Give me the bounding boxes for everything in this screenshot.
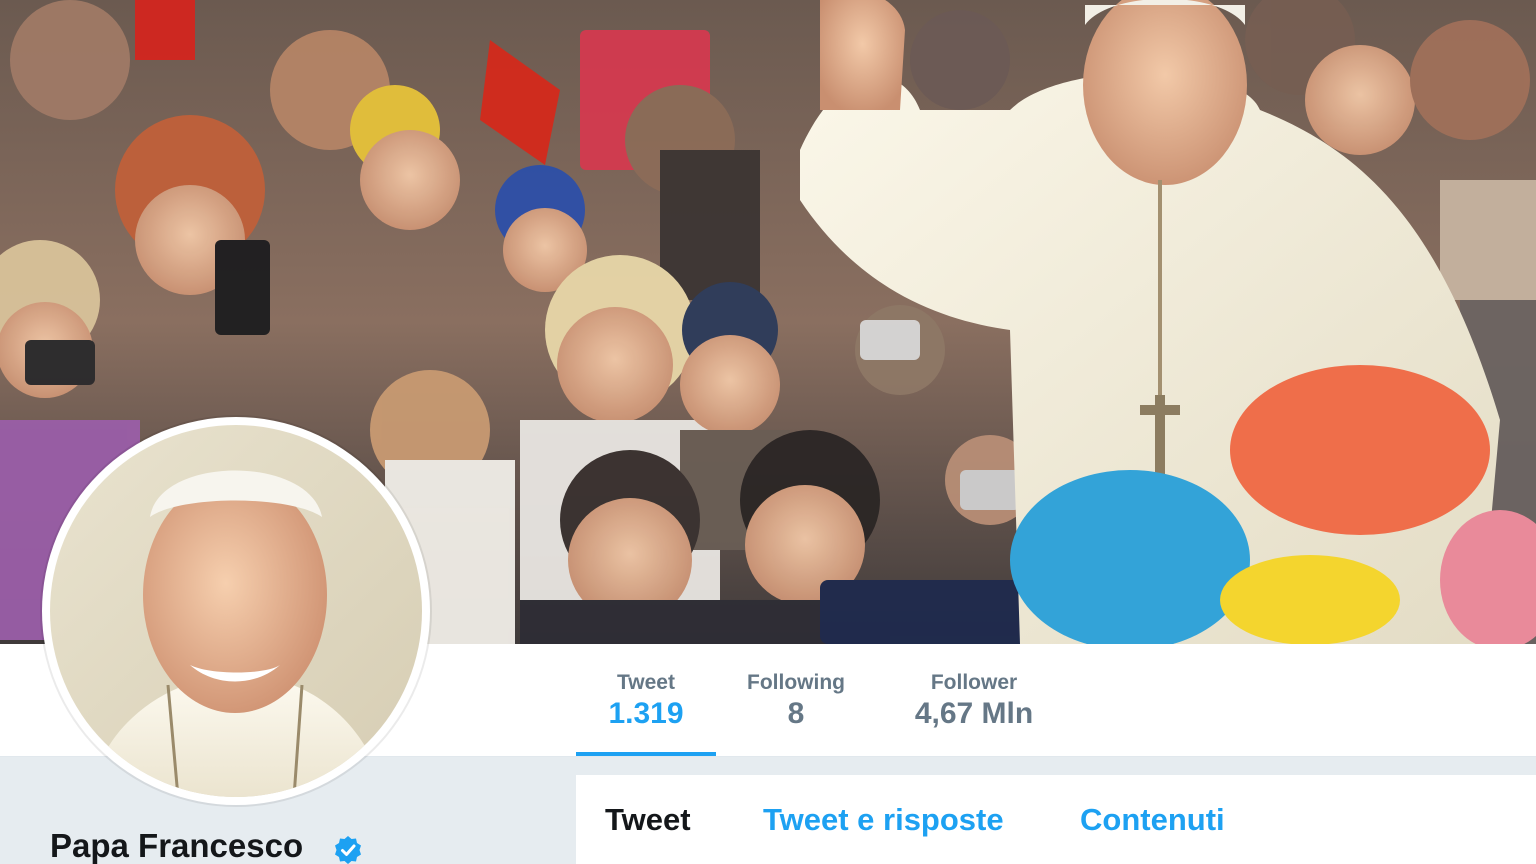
tab-tweet[interactable]: Tweet: [605, 801, 691, 839]
stat-following-label: Following: [747, 671, 845, 694]
stat-following-value: 8: [787, 697, 805, 730]
profile-name: Papa Francesco: [50, 827, 304, 864]
timeline-gap: [576, 757, 1536, 775]
timeline-tabs: Tweet Tweet e risposte Contenuti: [576, 775, 1536, 864]
stat-tweets[interactable]: Tweet 1.319: [576, 670, 716, 732]
active-stat-indicator: [576, 752, 716, 756]
stat-tweets-value: 1.319: [608, 697, 684, 730]
stat-followers-label: Follower: [930, 671, 1018, 694]
profile-page: Tweet 1.319 Following 8 Follower 4,67 Ml…: [0, 0, 1536, 864]
tab-tweet-e-risposte[interactable]: Tweet e risposte: [763, 801, 1004, 839]
avatar[interactable]: [42, 417, 430, 805]
stat-following[interactable]: Following 8: [730, 670, 862, 732]
verified-badge-icon: [333, 835, 363, 864]
stat-followers[interactable]: Follower 4,67 Mln: [888, 670, 1060, 732]
stat-followers-value: 4,67 Mln: [914, 697, 1034, 730]
avatar-photo: [50, 425, 422, 797]
tab-contenuti[interactable]: Contenuti: [1080, 801, 1225, 839]
stat-tweets-label: Tweet: [617, 671, 675, 694]
